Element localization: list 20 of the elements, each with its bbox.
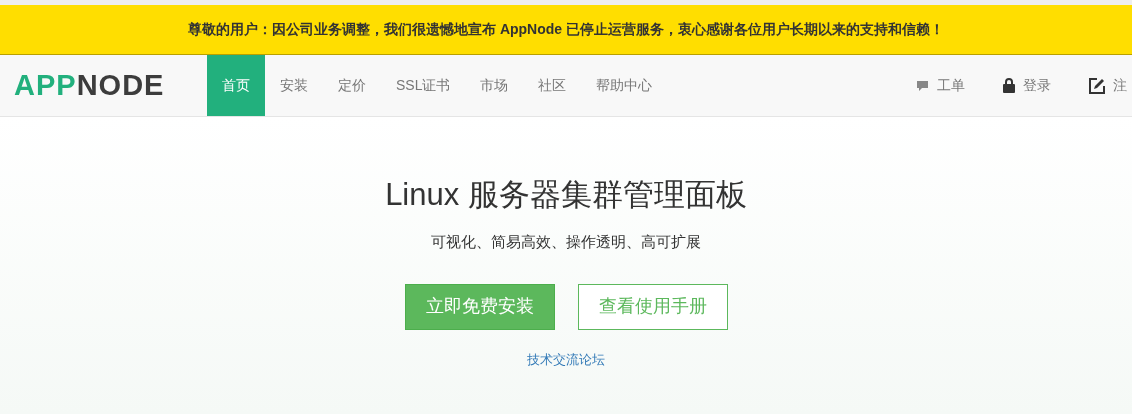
announcement-banner: 尊敬的用户：因公司业务调整，我们很遗憾地宣布 AppNode 已停止运营服务，衷心感谢各位用户长期以来的支持和信赖！ [0, 5, 1132, 55]
hero-subtitle: 可视化、简易高效、操作透明、高可扩展 [431, 232, 701, 252]
logo[interactable]: APPNODE [0, 55, 207, 116]
nav-tab[interactable]: SSL证书 [381, 55, 466, 116]
nav-link[interactable]: 工单 [916, 75, 965, 96]
forum-link[interactable]: 技术交流论坛 [527, 349, 605, 369]
hero-title: Linux 服务器集群管理面板 [385, 176, 747, 214]
nav-tab[interactable]: 首页 [207, 55, 265, 116]
nav-tab[interactable]: 社区 [523, 55, 582, 116]
edit-icon [1089, 77, 1105, 94]
nav-tab[interactable]: 帮助中心 [581, 55, 668, 116]
nav-tab[interactable]: 市场 [465, 55, 524, 116]
nav-tab[interactable]: 安装 [265, 55, 323, 116]
install-button[interactable]: 立即免费安装 [404, 283, 555, 330]
nav-link[interactable]: 登录 [1003, 75, 1051, 96]
nav-tab[interactable]: 定价 [323, 55, 381, 116]
manual-button[interactable]: 查看使用手册 [577, 283, 728, 330]
nav-link[interactable]: 注 [1089, 75, 1127, 96]
lock-icon [1003, 78, 1015, 93]
chat-bubble-icon [916, 79, 929, 92]
